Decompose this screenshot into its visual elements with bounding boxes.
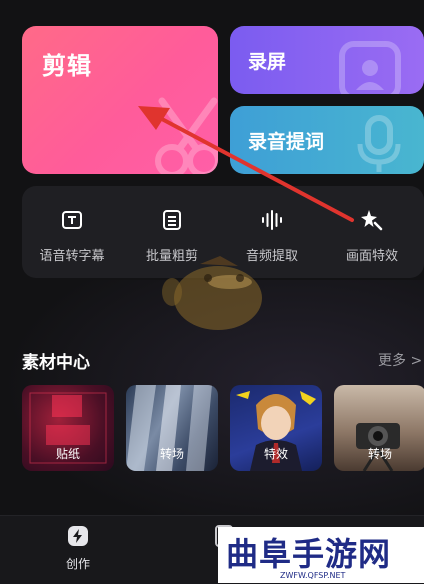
mascot-sticker	[162, 256, 262, 330]
scissors-icon	[155, 97, 218, 174]
material-label: 特效	[263, 447, 288, 461]
microphone-icon	[357, 115, 401, 172]
material-label: 转场	[367, 447, 392, 461]
screen-record-icon	[339, 41, 401, 94]
site-watermark: 曲阜手游网 ZWFW.QFSP.NET	[218, 527, 424, 583]
tool-picture-effects[interactable]: 画面特效	[322, 186, 422, 278]
caption-icon	[62, 211, 82, 229]
material-item-transition-2[interactable]: 转场	[334, 385, 424, 471]
tool-label: 画面特效	[345, 249, 398, 264]
teleprompter-card[interactable]: 录音提词	[230, 106, 424, 174]
tool-speech-to-caption[interactable]: 语音转字幕	[22, 186, 122, 278]
nav-create[interactable]: 创作	[38, 516, 118, 584]
edit-card[interactable]: 剪辑	[22, 26, 218, 174]
waveform-icon	[262, 210, 282, 230]
teleprompter-title: 录音提词	[248, 131, 325, 153]
material-item-sticker[interactable]: 贴纸	[22, 385, 114, 471]
magic-star-icon	[361, 210, 383, 231]
screen-record-card[interactable]: 录屏	[230, 26, 424, 94]
create-bolt-icon	[68, 526, 88, 546]
material-item-effect[interactable]: 特效	[230, 385, 322, 471]
material-center-title: 素材中心	[22, 353, 90, 373]
more-link[interactable]: 更多 >	[378, 350, 422, 370]
watermark-title: 曲阜手游网	[226, 535, 392, 573]
material-item-transition[interactable]: 转场	[126, 385, 218, 471]
material-label: 转场	[159, 447, 184, 461]
nav-create-label: 创作	[65, 557, 90, 571]
watermark-url: ZWFW.QFSP.NET	[280, 571, 346, 580]
edit-card-title: 剪辑	[42, 52, 92, 80]
tool-label: 语音转字幕	[39, 249, 105, 264]
material-label: 贴纸	[55, 447, 80, 461]
list-icon	[163, 210, 181, 230]
screen-record-title: 录屏	[248, 51, 287, 73]
